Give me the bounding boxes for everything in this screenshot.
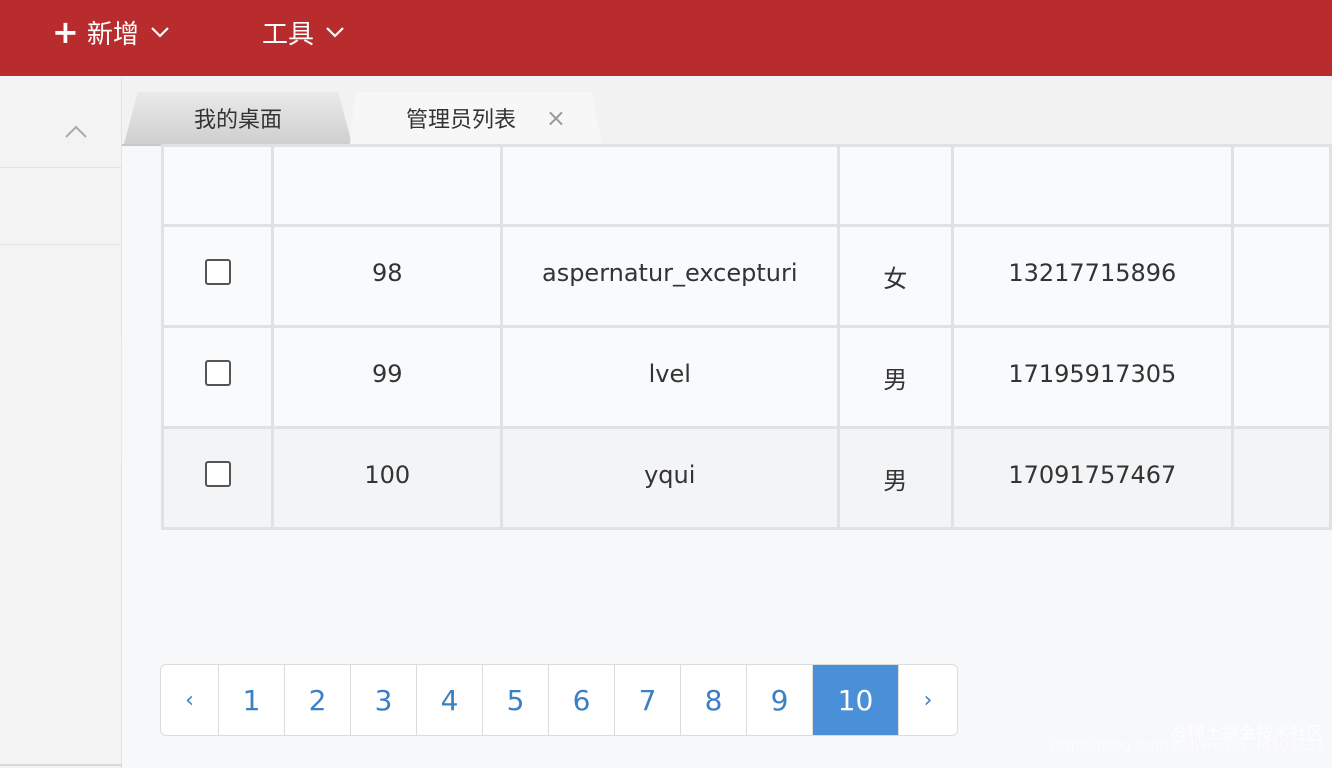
page-2-button[interactable]: 2 (285, 665, 351, 735)
close-icon[interactable]: × (546, 104, 566, 132)
page-4-button[interactable]: 4 (417, 665, 483, 735)
gender-cell: 女 (836, 224, 954, 328)
page-6-button[interactable]: 6 (549, 665, 615, 735)
checkbox-cell (160, 325, 275, 429)
add-menu-label: 新增 (86, 19, 139, 50)
table-cell (271, 144, 503, 227)
tab-label: 我的桌面 (193, 108, 282, 133)
phone-cell: 17195917305 (950, 325, 1234, 429)
tab-my-desktop[interactable]: 我的桌面 (124, 92, 352, 144)
page-8-button[interactable]: 8 (681, 665, 747, 735)
tools-menu[interactable]: 工具 (262, 0, 346, 64)
row-checkbox[interactable] (204, 461, 231, 487)
tools-menu-label: 工具 (262, 19, 315, 50)
table-row (160, 144, 1332, 227)
watermark: @稀土掘金技术社区 https://blog.csdn.net/weixin_4… (1051, 724, 1324, 755)
watermark-url: https://blog.csdn.net/weixin_44103733 (1050, 738, 1324, 755)
tab-admin-list[interactable]: 管理员列表 × (350, 92, 602, 144)
table-row: 100 yqui 男 17091757467 (160, 426, 1332, 530)
table-cell (950, 144, 1234, 227)
prev-page-button[interactable]: ‹ (161, 665, 219, 735)
page-7-button[interactable]: 7 (615, 665, 681, 735)
phone-cell: 13217715896 (950, 224, 1234, 328)
sidebar (0, 76, 248, 768)
phone-cell: 17091757467 (950, 426, 1234, 530)
sidebar-item[interactable] (0, 168, 121, 245)
chevron-down-icon (151, 27, 169, 38)
table-cell (1230, 224, 1332, 328)
id-cell: 99 (271, 325, 503, 429)
admin-table: 98 aspernatur_excepturi 女 13217715896 99… (160, 144, 1332, 530)
plus-icon: + (52, 13, 79, 51)
table-cell (1230, 426, 1332, 530)
pagination: ‹ 1 2 3 4 5 6 7 8 9 10 › (160, 664, 958, 736)
username-cell: lvel (500, 325, 840, 429)
gender-cell: 男 (836, 426, 954, 530)
id-cell: 98 (271, 224, 503, 328)
username-cell: yqui (500, 426, 840, 530)
gender-cell: 男 (836, 325, 954, 429)
tab-label: 管理员列表 (405, 108, 516, 133)
row-checkbox[interactable] (204, 360, 231, 386)
tab-bar: 我的桌面 管理员列表 × (122, 76, 1332, 146)
page-9-button[interactable]: 9 (747, 665, 813, 735)
table-cell (500, 144, 840, 227)
page-10-button[interactable]: 10 (813, 665, 899, 735)
table-cell (160, 144, 275, 227)
username-cell: aspernatur_excepturi (500, 224, 840, 328)
table-cell (1230, 325, 1332, 429)
chevron-down-icon (326, 27, 344, 38)
id-cell: 100 (271, 426, 503, 530)
table-row: 98 aspernatur_excepturi 女 13217715896 (160, 224, 1332, 328)
checkbox-cell (160, 224, 275, 328)
table-cell (1230, 144, 1332, 227)
page-3-button[interactable]: 3 (351, 665, 417, 735)
add-menu[interactable]: + 新增 (52, 0, 171, 64)
checkbox-cell (160, 426, 275, 530)
table-row: 99 lvel 男 17195917305 (160, 325, 1332, 429)
row-checkbox[interactable] (204, 259, 231, 285)
page-1-button[interactable]: 1 (219, 665, 285, 735)
table-cell (836, 144, 954, 227)
top-navbar: + 新增 工具 (0, 0, 1332, 76)
next-page-button[interactable]: › (899, 665, 957, 735)
sidebar-item[interactable] (0, 76, 121, 168)
page-5-button[interactable]: 5 (483, 665, 549, 735)
chevron-up-icon[interactable] (64, 124, 88, 140)
